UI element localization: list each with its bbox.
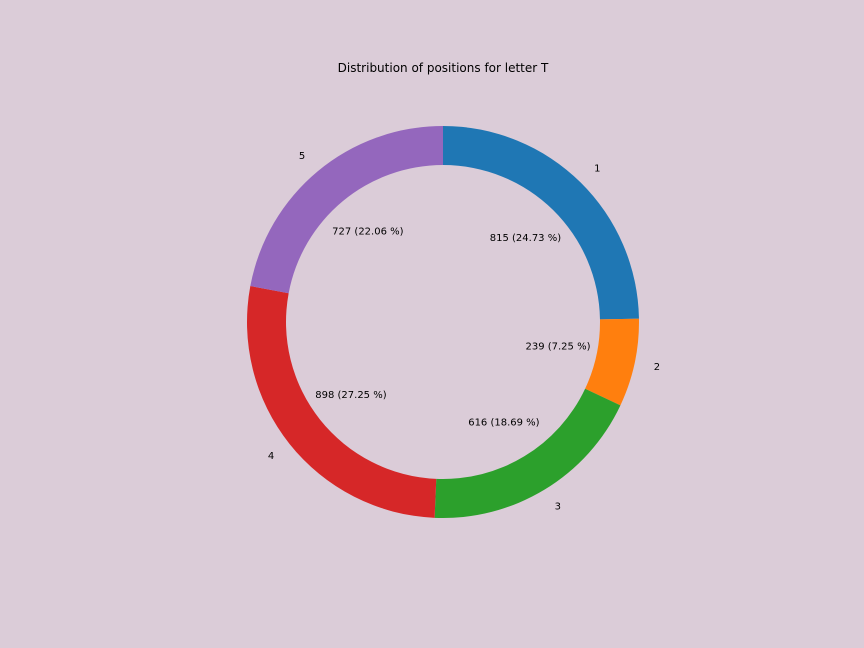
slice-4 <box>247 286 437 518</box>
value-label-5: 727 (22.06 %) <box>332 227 403 238</box>
slice-2 <box>585 318 639 406</box>
category-label-2: 2 <box>654 362 660 373</box>
category-label-1: 1 <box>594 163 600 174</box>
chart-title: Distribution of positions for letter T <box>338 61 549 75</box>
slice-1 <box>443 126 639 320</box>
slice-3 <box>434 388 621 518</box>
value-label-4: 898 (27.25 %) <box>315 390 386 401</box>
value-label-3: 616 (18.69 %) <box>468 418 539 429</box>
donut-chart: Distribution of positions for letter T 1… <box>247 61 660 518</box>
slice-5 <box>250 126 443 294</box>
category-label-4: 4 <box>268 451 274 462</box>
value-label-1: 815 (24.73 %) <box>490 233 561 244</box>
chart-container: Distribution of positions for letter T 1… <box>0 0 864 648</box>
slices-group <box>247 126 639 518</box>
category-label-3: 3 <box>555 501 561 512</box>
category-label-5: 5 <box>299 151 305 162</box>
value-label-2: 239 (7.25 %) <box>525 342 590 353</box>
